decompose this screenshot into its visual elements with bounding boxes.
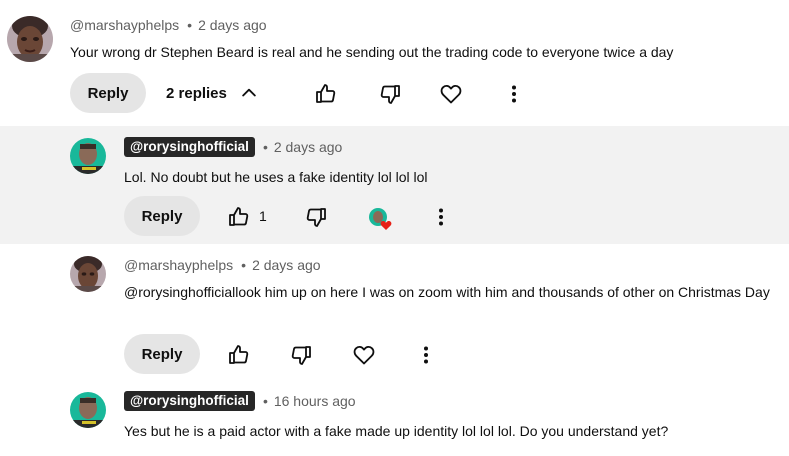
comment-author-creator[interactable]: @rorysinghofficial — [124, 391, 255, 411]
avatar[interactable] — [7, 16, 53, 62]
thumb-up-icon[interactable] — [227, 205, 251, 229]
comment-text: Yes but he is a paid actor with a fake m… — [124, 423, 669, 439]
comment-timestamp[interactable]: 2 days ago — [252, 257, 321, 273]
avatar[interactable] — [70, 256, 106, 292]
avatar[interactable] — [70, 392, 106, 428]
reply-comment: @marshayphelps • 2 days ago @rorysinghof… — [0, 244, 789, 382]
chevron-up-icon — [239, 83, 259, 103]
comment-meta: @marshayphelps • 2 days ago — [124, 257, 321, 273]
comment-author[interactable]: @marshayphelps — [70, 17, 179, 33]
heart-icon[interactable] — [352, 343, 376, 367]
reply-comment: @rorysinghofficial • 16 hours ago Yes bu… — [0, 382, 789, 456]
thumb-down-icon[interactable] — [304, 205, 328, 229]
comment-author[interactable]: @marshayphelps — [124, 257, 233, 273]
thumb-down-icon[interactable] — [289, 343, 313, 367]
comment-thread-top: @marshayphelps • 2 days ago Your wrong d… — [0, 0, 789, 126]
reply-button[interactable]: Reply — [124, 334, 200, 374]
comment-text: Your wrong dr Stephen Beard is real and … — [70, 44, 674, 60]
avatar[interactable] — [70, 138, 106, 174]
comment-timestamp[interactable]: 2 days ago — [274, 139, 343, 155]
meta-separator: • — [241, 257, 247, 273]
comment-meta: @marshayphelps • 2 days ago — [70, 17, 267, 33]
thumb-up-icon[interactable] — [314, 82, 338, 106]
more-vert-icon[interactable] — [502, 82, 526, 106]
meta-separator: • — [262, 139, 268, 155]
comment-timestamp[interactable]: 2 days ago — [198, 17, 267, 33]
like-count: 1 — [259, 208, 267, 224]
thumb-down-icon[interactable] — [378, 82, 402, 106]
comment-author-creator[interactable]: @rorysinghofficial — [124, 137, 255, 157]
comment-meta: @rorysinghofficial • 16 hours ago — [124, 391, 356, 411]
reply-comment-highlighted: @rorysinghofficial • 2 days ago Lol. No … — [0, 126, 789, 244]
meta-separator: • — [262, 393, 268, 409]
comment-timestamp[interactable]: 16 hours ago — [274, 393, 356, 409]
more-vert-icon[interactable] — [414, 343, 438, 367]
replies-toggle[interactable]: 2 replies — [166, 73, 259, 113]
reply-button[interactable]: Reply — [124, 196, 200, 236]
heart-icon[interactable] — [439, 82, 463, 106]
comment-text: Lol. No doubt but he uses a fake identit… — [124, 169, 428, 185]
meta-separator: • — [187, 17, 193, 33]
reply-button[interactable]: Reply — [70, 73, 146, 113]
comment-text: @rorysinghofficiallook him up on here I … — [124, 284, 770, 300]
creator-heart-icon[interactable] — [368, 207, 392, 230]
replies-count: 2 replies — [166, 84, 227, 102]
comment-meta: @rorysinghofficial • 2 days ago — [124, 137, 342, 157]
more-vert-icon[interactable] — [429, 205, 453, 229]
thumb-up-icon[interactable] — [227, 343, 251, 367]
